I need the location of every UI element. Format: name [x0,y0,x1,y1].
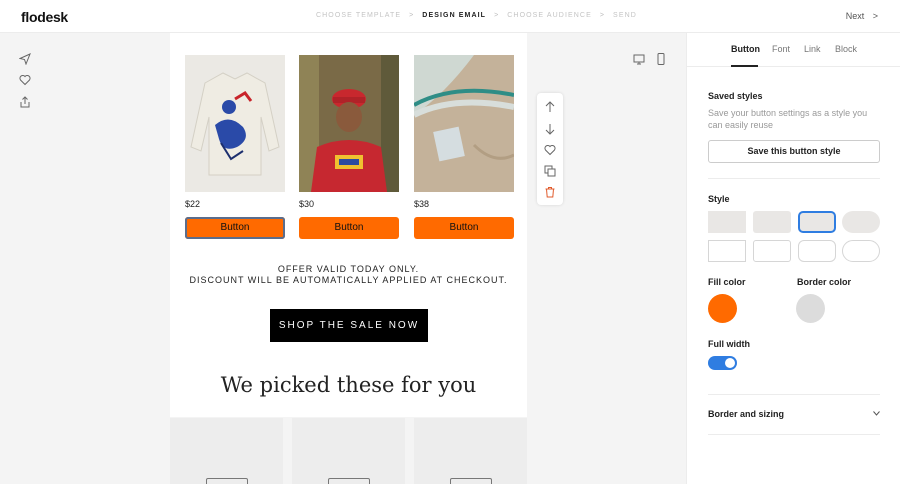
border-sizing-label[interactable]: Border and sizing [708,409,784,419]
desktop-icon[interactable] [633,52,645,70]
sweatshirt-photo[interactable] [185,55,285,192]
divider [708,394,880,395]
heart-icon[interactable] [544,143,556,156]
tab-link[interactable]: Link [804,44,821,54]
placeholder-card[interactable] [292,418,405,484]
chevron-right-icon: > [872,11,878,21]
full-width-toggle[interactable] [708,356,737,370]
style-option-filled-selected[interactable] [798,211,836,233]
product-price: $22 [185,199,201,209]
image-placeholder-icon [327,478,370,484]
image-placeholder-icon [449,478,492,484]
product-button[interactable]: Button [299,217,399,239]
saved-styles-title: Saved styles [708,91,763,101]
mobile-icon[interactable] [656,52,666,70]
product-card[interactable]: $38 Button [414,55,514,239]
border-color-label: Border color [797,277,852,287]
style-option-outline-rounded[interactable] [753,240,791,262]
border-color-swatch[interactable] [796,294,825,323]
tab-button[interactable]: Button [731,44,760,54]
style-option-outline-pill[interactable] [842,240,880,262]
person-photo[interactable] [299,55,399,192]
shop-sale-button[interactable]: SHOP THE SALE NOW [270,309,428,342]
settings-tabs: Button Font Link Block [687,33,900,67]
style-option-outline-more-rounded[interactable] [798,240,836,262]
send-icon[interactable] [18,52,31,66]
step-send[interactable]: SEND [613,12,637,19]
heart-icon[interactable] [19,73,31,86]
divider [708,178,880,179]
style-option-filled-pill[interactable] [842,211,880,233]
product-button[interactable]: Button [185,217,285,239]
step-choose-audience[interactable]: CHOOSE AUDIENCE [507,12,592,19]
offer-line: OFFER VALID TODAY ONLY. [277,264,420,274]
style-option-filled-square[interactable] [708,211,746,233]
step-separator: > [494,12,500,19]
step-breadcrumb: CHOOSE TEMPLATE > DESIGN EMAIL > CHOOSE … [316,12,637,19]
tab-font[interactable]: Font [772,44,790,54]
offer-text[interactable]: OFFER VALID TODAY ONLY. DISCOUNT WILL BE… [170,264,527,286]
arrow-down-icon[interactable] [544,122,556,135]
style-option-filled-rounded[interactable] [753,211,791,233]
section-heading[interactable]: We picked these for you [170,373,527,397]
save-button-style-button[interactable]: Save this button style [708,140,880,163]
trash-icon[interactable] [544,185,556,198]
tab-block[interactable]: Block [835,44,857,54]
style-option-outline-square[interactable] [708,240,746,262]
placeholder-card[interactable] [414,418,527,484]
fabric-photo[interactable] [414,55,514,192]
logo[interactable]: flodesk [21,9,68,25]
chevron-down-icon[interactable] [873,411,880,418]
share-icon[interactable] [19,95,31,108]
step-separator: > [409,12,415,19]
step-choose-template[interactable]: CHOOSE TEMPLATE [316,12,401,19]
product-card[interactable]: $22 Button [185,55,285,239]
full-width-label: Full width [708,339,750,349]
next-label: Next [845,11,865,21]
style-title: Style [708,194,730,204]
top-bar: flodesk CHOOSE TEMPLATE > DESIGN EMAIL >… [0,0,900,33]
next-button[interactable]: Next > [846,11,878,21]
active-tab-indicator [731,65,758,67]
fill-color-swatch[interactable] [708,294,737,323]
toggle-knob [725,358,735,368]
block-toolbar [537,93,563,205]
product-price: $38 [414,199,430,209]
divider [708,434,880,435]
email-canvas[interactable]: $22 Button $30 Button $38 Button OFFER V… [170,33,527,417]
image-placeholder-icon [205,478,248,484]
arrow-up-icon[interactable] [544,100,556,112]
duplicate-icon[interactable] [544,164,556,177]
step-separator: > [599,12,606,19]
product-button[interactable]: Button [414,217,514,239]
placeholder-card[interactable] [170,418,283,484]
product-card[interactable]: $30 Button [299,55,399,239]
settings-panel: Button Font Link Block Saved styles Save… [686,33,900,484]
step-design-email[interactable]: DESIGN EMAIL [422,12,486,19]
saved-styles-description: Save your button settings as a style you… [708,108,868,130]
fill-color-label: Fill color [708,277,746,287]
offer-line: DISCOUNT WILL BE AUTOMATICALLY APPLIED A… [189,275,508,285]
product-price: $30 [299,199,315,209]
